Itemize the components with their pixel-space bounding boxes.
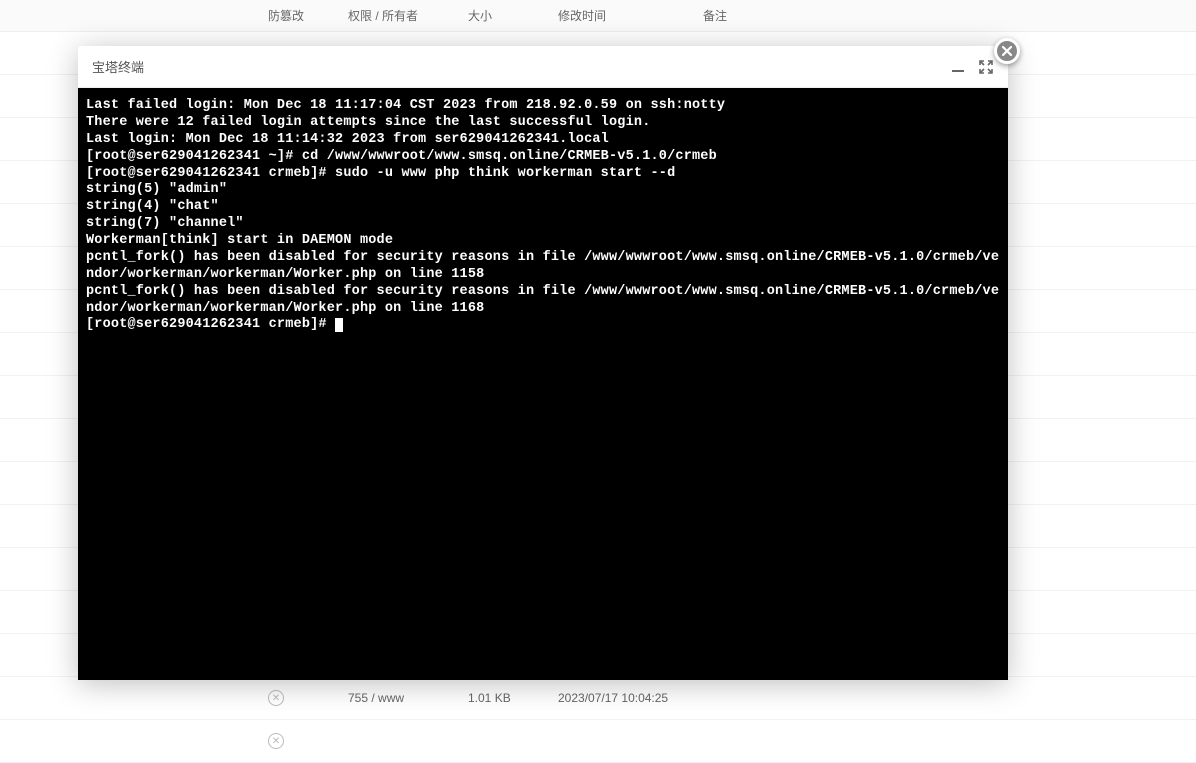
col-mtime[interactable]: 修改时间 xyxy=(550,7,695,24)
col-perm[interactable]: 权限 / 所有者 xyxy=(340,7,460,24)
tamper-toggle[interactable]: ✕ xyxy=(260,690,340,707)
tamper-toggle[interactable]: ✕ xyxy=(260,733,340,750)
close-icon xyxy=(1000,44,1014,58)
terminal-output[interactable]: Last failed login: Mon Dec 18 11:17:04 C… xyxy=(78,88,1008,680)
maximize-button[interactable] xyxy=(978,59,994,75)
col-tamper[interactable]: 防篡改 xyxy=(260,7,340,24)
circle-x-icon: ✕ xyxy=(268,690,284,706)
modal-title: 宝塔终端 xyxy=(92,57,144,76)
file-table-header: 防篡改 权限 / 所有者 大小 修改时间 备注 xyxy=(0,0,1196,32)
perm-cell: 755 / www xyxy=(340,691,460,705)
close-button[interactable] xyxy=(994,38,1020,64)
col-size[interactable]: 大小 xyxy=(460,7,550,24)
terminal-modal: 宝塔终端 Last failed login: Mon Dec 18 11:17… xyxy=(78,46,1008,680)
size-cell: 1.01 KB xyxy=(460,691,550,705)
modal-controls xyxy=(950,59,994,75)
table-row[interactable]: ✕ xyxy=(0,720,1196,763)
minimize-button[interactable] xyxy=(950,59,966,75)
modal-header[interactable]: 宝塔终端 xyxy=(78,46,1008,88)
table-row[interactable]: ✕ 755 / www 1.01 KB 2023/07/17 10:04:25 xyxy=(0,677,1196,720)
col-note[interactable]: 备注 xyxy=(695,7,815,24)
minimize-icon xyxy=(950,59,966,75)
expand-icon xyxy=(978,59,994,75)
time-cell: 2023/07/17 10:04:25 xyxy=(550,691,695,705)
circle-x-icon: ✕ xyxy=(268,733,284,749)
